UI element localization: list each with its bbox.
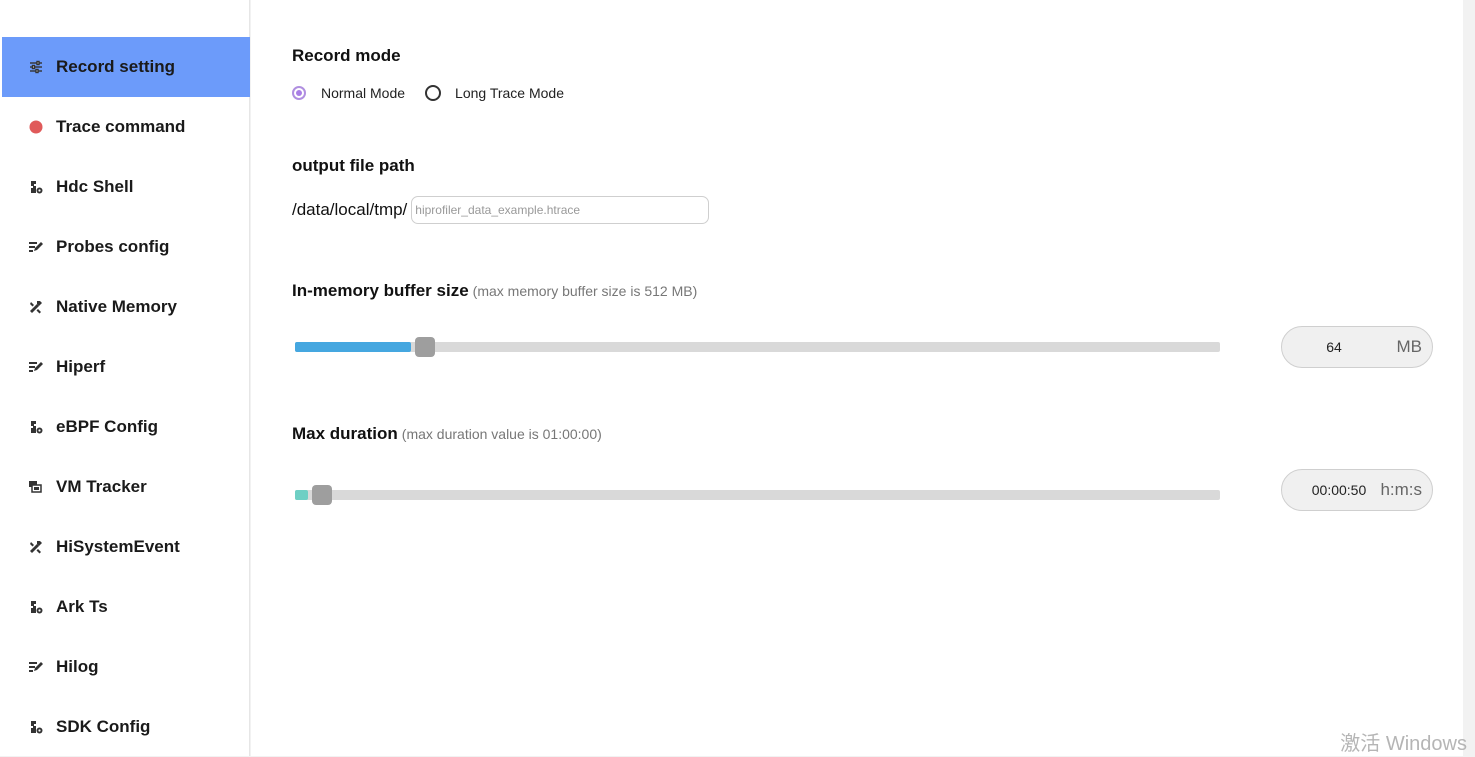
sidebar-item-hisystemevent[interactable]: HiSystemEvent (2, 517, 250, 577)
max-duration-title: Max duration (max duration value is 01:00… (292, 424, 602, 444)
normal-mode-label[interactable]: Normal Mode (321, 85, 405, 101)
sidebar-item-label: Record setting (56, 57, 176, 76)
sidebar-item-label: eBPF Config (56, 417, 158, 436)
max-duration-slider-fill (295, 490, 308, 500)
sidebar-item-label: VM Tracker (56, 477, 147, 496)
output-path-title: output file path (292, 156, 415, 175)
puzzle-gear-icon (28, 599, 44, 615)
windows-activation-watermark: 激活 Windows (1340, 733, 1467, 755)
main-panel: Record mode Normal Mode Long Trace Mode … (251, 0, 1463, 756)
normal-mode-radio[interactable] (292, 86, 306, 100)
output-path-row: /data/local/tmp/ (292, 196, 710, 224)
sidebar-item-hilog[interactable]: Hilog (2, 637, 250, 697)
sidebar-item-label: Native Memory (56, 297, 177, 316)
output-path-prefix: /data/local/tmp/ (292, 200, 408, 219)
sidebar-item-hdc-shell[interactable]: Hdc Shell (2, 157, 250, 217)
sidebar-menu: Record setting Trace command Hdc Shell Prob… (2, 37, 250, 757)
long-trace-mode-radio[interactable] (425, 85, 442, 101)
edit-list-icon (28, 659, 44, 675)
buffer-size-title: In-memory buffer size (max memory buffer … (292, 281, 697, 301)
tools-icon (28, 539, 44, 555)
buffer-size-label: In-memory buffer size (292, 281, 469, 300)
max-duration-value-box[interactable]: 00:00:50 h:m:s (1281, 469, 1433, 511)
puzzle-gear-icon (28, 179, 44, 195)
sidebar-item-ebpf-config[interactable]: eBPF Config (2, 397, 250, 457)
sidebar-item-ark-ts[interactable]: Ark Ts (2, 577, 250, 637)
sidebar-item-label: Ark Ts (56, 597, 108, 616)
sidebar-item-trace-command[interactable]: Trace command (2, 97, 250, 157)
tools-icon (28, 299, 44, 315)
buffer-size-hint: (max memory buffer size is 512 MB) (472, 283, 698, 299)
max-duration-slider-thumb[interactable] (312, 485, 332, 505)
sidebar-item-sdk-config[interactable]: SDK Config (2, 697, 250, 757)
sidebar-item-record-setting[interactable]: Record setting (2, 37, 250, 97)
sidebar-item-native-memory[interactable]: Native Memory (2, 277, 250, 337)
sidebar: Record setting Trace command Hdc Shell Prob… (0, 0, 250, 756)
puzzle-gear-icon (28, 719, 44, 735)
max-duration-value[interactable]: 00:00:50 (1282, 482, 1396, 498)
sidebar-item-label: Hilog (56, 657, 99, 676)
device-stack-icon (28, 479, 44, 495)
record-mode-options: Normal Mode Long Trace Mode (292, 85, 564, 101)
buffer-size-slider[interactable] (295, 337, 1220, 357)
sidebar-item-label: Probes config (56, 237, 170, 256)
settings-sliders-icon (28, 59, 44, 75)
max-duration-hint: (max duration value is 01:00:00) (401, 426, 602, 442)
max-duration-unit: h:m:s (1380, 480, 1422, 499)
sidebar-item-probes-config[interactable]: Probes config (2, 217, 250, 277)
buffer-size-value-box[interactable]: 64 MB (1281, 326, 1433, 368)
buffer-size-slider-fill (295, 342, 411, 352)
edit-list-icon (28, 359, 44, 375)
sidebar-item-hiperf[interactable]: Hiperf (2, 337, 250, 397)
sidebar-item-vm-tracker[interactable]: VM Tracker (2, 457, 250, 517)
max-duration-label: Max duration (292, 424, 398, 443)
record-mode-title: Record mode (292, 46, 401, 65)
sidebar-item-label: HiSystemEvent (56, 537, 180, 556)
sidebar-item-label: Trace command (56, 117, 186, 136)
buffer-size-unit: MB (1396, 337, 1423, 356)
sidebar-item-label: Hdc Shell (56, 177, 134, 196)
long-trace-mode-label[interactable]: Long Trace Mode (455, 85, 564, 101)
sidebar-item-label: Hiperf (56, 357, 106, 376)
sidebar-item-label: SDK Config (56, 717, 151, 736)
buffer-size-slider-thumb[interactable] (415, 337, 435, 357)
max-duration-slider[interactable] (295, 485, 1220, 505)
buffer-size-value[interactable]: 64 (1282, 339, 1386, 355)
red-dot-icon (28, 119, 44, 135)
edit-list-icon (28, 239, 44, 255)
puzzle-gear-icon (28, 419, 44, 435)
output-file-name-input[interactable] (411, 196, 710, 224)
